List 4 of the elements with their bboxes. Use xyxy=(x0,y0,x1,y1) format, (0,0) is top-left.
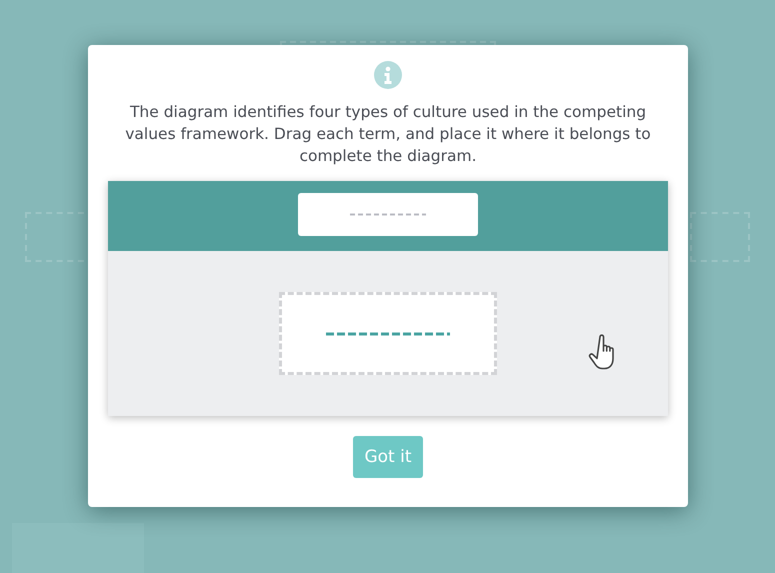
drop-zone xyxy=(690,212,750,262)
got-it-button[interactable]: Got it xyxy=(353,436,423,478)
info-icon xyxy=(374,61,402,89)
instruction-text: The diagram identifies four types of culture used in the competing values framework. Drag each term, and place it where it belongs to complete the diagram. xyxy=(124,102,652,167)
